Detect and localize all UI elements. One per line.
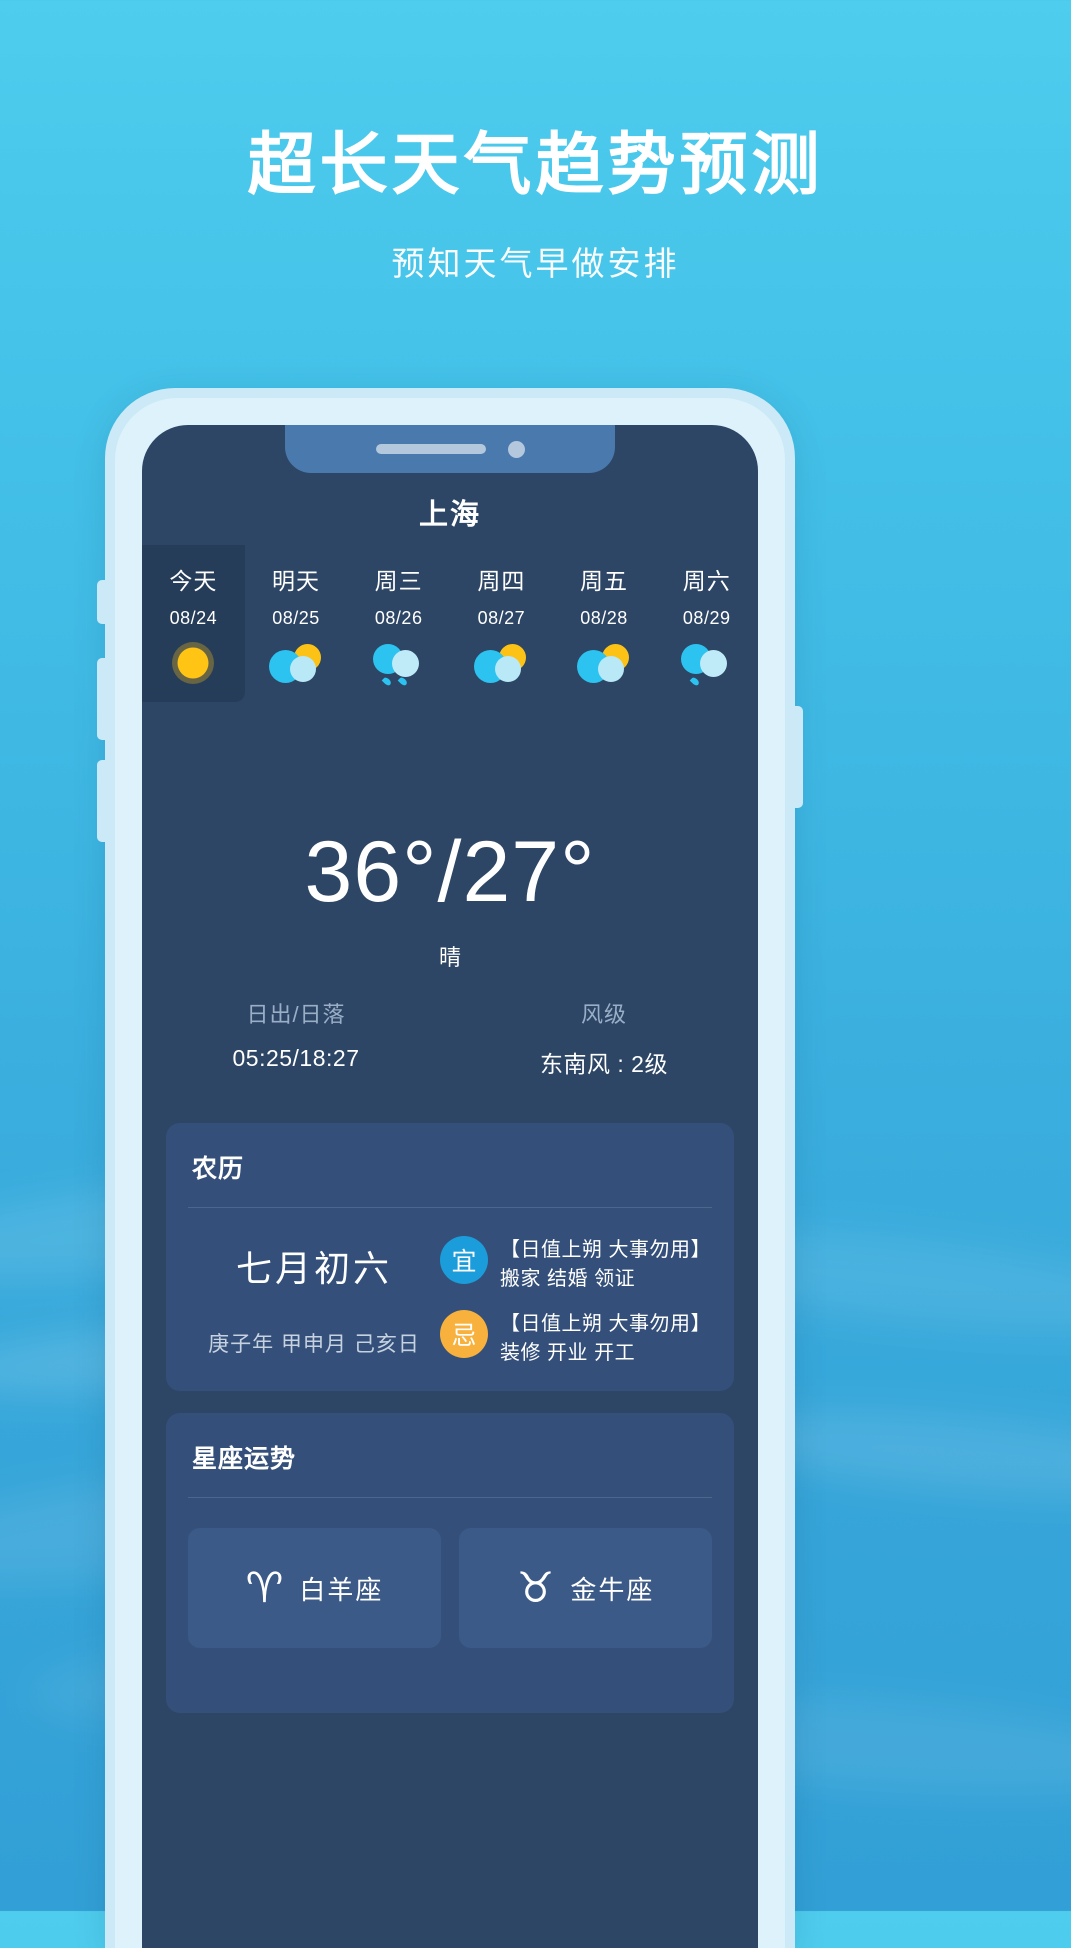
speaker-icon bbox=[375, 444, 486, 454]
day-name: 周五 bbox=[580, 568, 629, 594]
rain-icon bbox=[371, 642, 427, 687]
lunar-day: 七月初六 bbox=[235, 1248, 392, 1289]
zodiac-item-aries[interactable]: ♈ 白羊座 bbox=[188, 1528, 441, 1648]
phone-mockup: 上海 今天 08/24 明天 08/25 周三 08/26 周四 08/27 周… bbox=[97, 388, 803, 1948]
volume-down-button[interactable] bbox=[97, 760, 107, 842]
sunrise-sunset-cell: 日出/日落 05:25/18:27 bbox=[142, 997, 450, 1079]
camera-icon bbox=[507, 440, 525, 458]
day-date: 08/26 bbox=[374, 608, 423, 628]
day-date: 08/25 bbox=[272, 608, 320, 628]
forecast-day-tab-1[interactable]: 明天 08/25 bbox=[245, 545, 348, 702]
temperature-range: 36°/27° bbox=[304, 824, 596, 920]
wind-value: 东南风 : 2级 bbox=[540, 1051, 668, 1077]
forecast-day-tab-0[interactable]: 今天 08/24 bbox=[142, 545, 245, 702]
forecast-day-tab-5[interactable]: 周六 08/29 bbox=[655, 545, 758, 702]
day-name: 明天 bbox=[272, 568, 320, 594]
partly-cloudy-icon bbox=[268, 642, 324, 684]
zodiac-item-taurus[interactable]: ♉ 金牛座 bbox=[459, 1528, 712, 1648]
lunar-card-body: 七月初六 庚子年 甲申月 己亥日 宜 【日值上朔 大事勿用】 搬家 结婚 领证 … bbox=[166, 1208, 734, 1368]
day-name: 今天 bbox=[169, 568, 218, 594]
power-button[interactable] bbox=[793, 706, 803, 808]
forecast-day-tab-3[interactable]: 周四 08/27 bbox=[450, 545, 553, 702]
weather-condition: 晴 bbox=[438, 945, 461, 970]
yi-badge-icon: 宜 bbox=[440, 1236, 488, 1284]
lunar-ganzhi: 庚子年 甲申月 己亥日 bbox=[208, 1333, 420, 1356]
ji-text: 【日值上朔 大事勿用】 装修 开业 开工 bbox=[500, 1313, 712, 1364]
partly-cloudy-icon bbox=[576, 642, 632, 684]
day-name: 周四 bbox=[477, 568, 526, 594]
day-date: 08/28 bbox=[580, 608, 628, 628]
zodiac-fortune-card[interactable]: 星座运势 ♈ 白羊座 ♉ 金牛座 bbox=[166, 1413, 734, 1713]
partly-cloudy-icon bbox=[473, 642, 529, 684]
weather-meta-row: 日出/日落 05:25/18:27 风级 东南风 : 2级 bbox=[142, 997, 758, 1079]
promo-headline: 超长天气趋势预测 bbox=[247, 127, 824, 203]
zodiac-grid: ♈ 白羊座 ♉ 金牛座 bbox=[166, 1498, 734, 1648]
forecast-day-tab-2[interactable]: 周三 08/26 bbox=[347, 545, 450, 702]
yi-row: 宜 【日值上朔 大事勿用】 搬家 结婚 领证 bbox=[440, 1236, 712, 1294]
day-date: 08/29 bbox=[682, 608, 731, 628]
phone-notch bbox=[285, 425, 615, 473]
lunar-calendar-card[interactable]: 农历 七月初六 庚子年 甲申月 己亥日 宜 【日值上朔 大事勿用】 搬家 结婚 … bbox=[166, 1123, 734, 1391]
forecast-day-strip: 今天 08/24 明天 08/25 周三 08/26 周四 08/27 周五 0… bbox=[142, 545, 758, 702]
sunrise-sunset-label: 日出/日落 bbox=[246, 1002, 346, 1027]
day-name: 周三 bbox=[374, 568, 423, 594]
zodiac-card-title: 星座运势 bbox=[192, 1445, 297, 1473]
lunar-date-block: 七月初六 庚子年 甲申月 己亥日 bbox=[188, 1234, 440, 1368]
zodiac-name: 白羊座 bbox=[299, 1574, 384, 1605]
sunrise-sunset-value: 05:25/18:27 bbox=[232, 1045, 360, 1071]
rain-icon bbox=[679, 642, 735, 687]
ji-row: 忌 【日值上朔 大事勿用】 装修 开业 开工 bbox=[440, 1310, 712, 1368]
lunar-yiji-block: 宜 【日值上朔 大事勿用】 搬家 结婚 领证 忌 【日值上朔 大事勿用】 装修 … bbox=[440, 1234, 712, 1368]
day-name: 周六 bbox=[682, 568, 731, 594]
taurus-icon: ♉ bbox=[516, 1564, 555, 1611]
wind-cell: 风级 东南风 : 2级 bbox=[450, 997, 758, 1079]
aries-icon: ♈ bbox=[245, 1564, 284, 1611]
lunar-card-title: 农历 bbox=[192, 1155, 245, 1183]
promo-header: 超长天气趋势预测 预知天气早做安排 bbox=[0, 128, 1071, 285]
city-title: 上海 bbox=[418, 499, 481, 531]
yi-text: 【日值上朔 大事勿用】 搬家 结婚 领证 bbox=[500, 1239, 712, 1290]
day-date: 08/27 bbox=[477, 608, 526, 628]
zodiac-name: 金牛座 bbox=[570, 1574, 655, 1605]
phone-screen: 上海 今天 08/24 明天 08/25 周三 08/26 周四 08/27 周… bbox=[142, 425, 758, 1948]
day-date: 08/24 bbox=[169, 608, 218, 628]
wind-label: 风级 bbox=[580, 1002, 627, 1027]
sunny-icon bbox=[165, 642, 221, 684]
forecast-day-tab-4[interactable]: 周五 08/28 bbox=[553, 545, 656, 702]
ji-badge-icon: 忌 bbox=[440, 1310, 488, 1358]
promo-subheadline: 预知天气早做安排 bbox=[391, 244, 680, 282]
volume-up-button[interactable] bbox=[97, 658, 107, 740]
mute-switch[interactable] bbox=[97, 580, 107, 624]
